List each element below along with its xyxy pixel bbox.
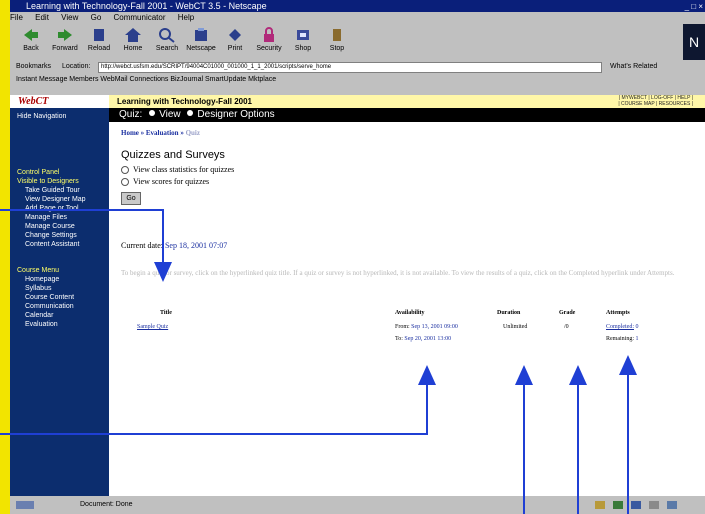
callout-arrow-quizzes [0,209,164,262]
callout-arrowhead [569,365,587,385]
callout-arrowhead [154,262,172,282]
callout-arrowhead [619,355,637,375]
callout-arrow-availability [0,385,428,435]
browser-window: Learning with Technology-Fall 2001 - Web… [0,0,705,514]
callout-arrows [0,209,637,514]
callout-arrowhead [418,365,436,385]
callout-arrowhead [515,365,533,385]
